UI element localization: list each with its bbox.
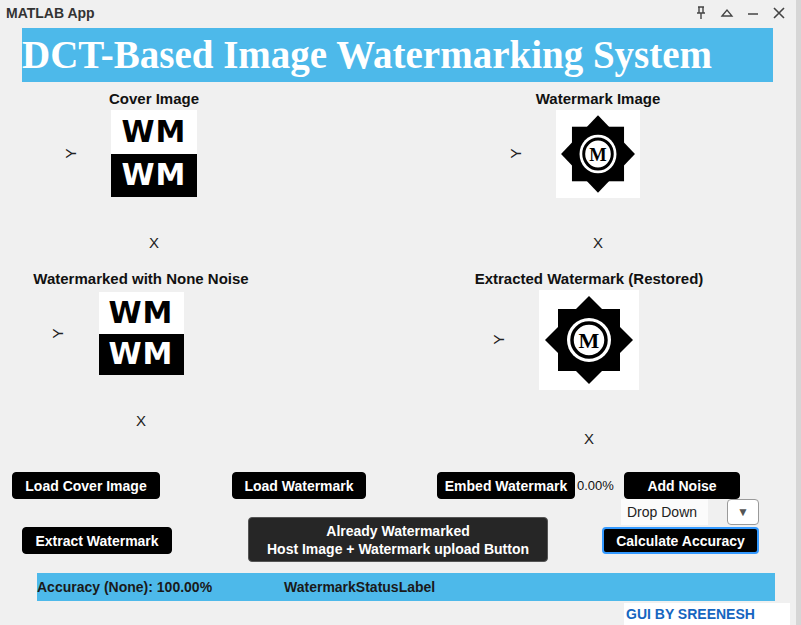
image-text: WM [122,160,187,190]
image-text: WM [109,339,174,369]
embed-accuracy-label: 0.00% [577,478,614,493]
button-label: Already Watermarked [326,522,469,540]
extract-watermark-button[interactable]: Extract Watermark [22,527,172,554]
dropdown-arrow[interactable]: ▼ [727,499,759,525]
button-label: Extract Watermark [35,532,158,550]
axes-title: Extracted Watermark (Restored) [439,270,739,287]
plot-area: Y M [468,110,728,198]
x-label: X [468,234,728,251]
image-text: WM [109,298,174,328]
button-label: Calculate Accuracy [616,532,745,550]
image-text: WM [122,117,187,147]
axes-grid: Cover Image Y WM WM XWatermark Image Y M… [0,90,796,447]
y-label-cell: Y [65,145,111,163]
already-watermarked-button[interactable]: Already WatermarkedHost Image + Watermar… [248,517,548,562]
axes-title: Cover Image [24,90,284,107]
add-noise-button[interactable]: Add Noise [624,472,740,499]
title-bar: MATLAB App [0,0,796,26]
axes-panel: Extracted Watermark (Restored) Y M X [439,270,739,447]
image-bottom-half: WM [99,334,184,376]
close-icon[interactable] [772,6,786,20]
axes-title: Watermark Image [468,90,728,107]
credit-label: GUI BY SREENESH [624,603,790,625]
load-watermark-button[interactable]: Load Watermark [232,472,366,499]
button-label: Load Watermark [244,477,353,495]
image-bottom-half: WM [111,154,197,198]
axes-panel: Cover Image Y WM WM X [24,90,284,251]
load-cover-button[interactable]: Load Cover Image [12,472,160,499]
axes-panel: Watermark Image Y M X [468,90,728,251]
axes-title: Watermarked with None Noise [11,270,271,287]
cover-image: WM WM [99,292,184,375]
axes-panel: Watermarked with None Noise Y WM WM X [11,270,271,429]
button-label: Host Image + Watermark upload Button [267,540,529,558]
image-top-half: WM [99,292,184,334]
y-label-cell: Y [493,331,539,349]
matlab-app-window: MATLAB App DCT-Based Image Watermarking … [0,0,801,625]
plot-area: Y WM WM [11,292,271,375]
y-label-cell: Y [510,145,556,163]
seal-letter: M [579,328,600,353]
y-label: Y [489,334,506,344]
y-label: Y [61,148,78,158]
watermark-status-label: WatermarkStatusLabel [284,579,435,595]
seal-watermark-icon: M [556,110,640,198]
cover-image: WM WM [111,110,197,197]
button-label: Add Noise [647,477,716,495]
x-label: X [24,234,284,251]
seal-watermark-icon: M [539,290,639,390]
plot-area: Y M [439,290,739,390]
calculate-accuracy-button[interactable]: Calculate Accuracy [602,527,759,554]
window-title: MATLAB App [6,5,95,21]
accuracy-label: Accuracy (None): 100.00% [37,579,284,595]
status-bar: Accuracy (None): 100.00% WatermarkStatus… [37,573,775,601]
window-controls [694,6,786,20]
collapse-icon[interactable] [720,6,734,20]
seal-letter: M [589,144,607,165]
banner-title: DCT-Based Image Watermarking System [22,34,712,77]
controls: Load Cover Image Extract Watermark Load … [0,472,796,562]
dropdown-value[interactable]: Drop Down [621,499,708,525]
y-label: Y [49,328,66,338]
banner: DCT-Based Image Watermarking System [22,28,773,82]
y-label: Y [506,148,523,158]
pin-icon[interactable] [694,6,708,20]
minimize-icon[interactable] [746,6,760,20]
noise-dropdown[interactable]: Drop Down ▼ [621,499,759,525]
x-label: X [439,430,739,447]
embed-group: Embed Watermark 0.00% [437,472,600,499]
credit-row: GUI BY SREENESH [0,603,796,625]
embed-watermark-button[interactable]: Embed Watermark [437,472,575,499]
image-top-half: WM [111,110,197,154]
button-label: Embed Watermark [445,477,567,495]
button-label: Load Cover Image [25,477,146,495]
x-label: X [11,412,271,429]
y-label-cell: Y [52,325,98,343]
plot-area: Y WM WM [24,110,284,197]
